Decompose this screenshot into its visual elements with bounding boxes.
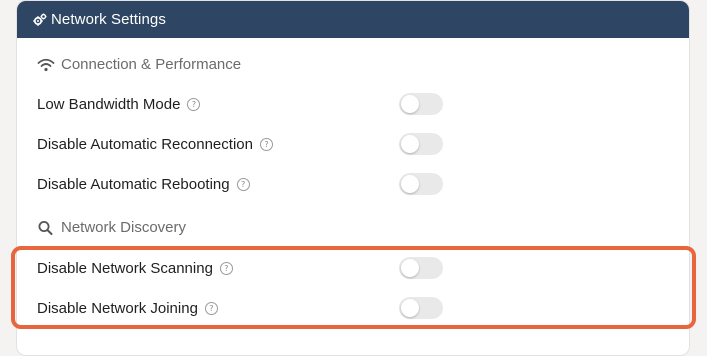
help-circle-icon[interactable]: ? bbox=[187, 97, 201, 111]
network-settings-panel: Network Settings Connection & Performanc… bbox=[16, 0, 690, 356]
setting-label: Disable Automatic Rebooting bbox=[37, 175, 230, 193]
setting-label: Disable Network Joining bbox=[37, 299, 198, 317]
help-circle-icon[interactable]: ? bbox=[259, 137, 273, 151]
network-joining-toggle[interactable] bbox=[399, 297, 443, 319]
help-circle-icon[interactable]: ? bbox=[219, 261, 233, 275]
section-title: Network Discovery bbox=[61, 219, 187, 236]
setting-row-auto-reconnection: Disable Automatic Reconnection ? bbox=[37, 131, 443, 157]
help-circle-icon[interactable]: ? bbox=[204, 301, 218, 315]
toggle-knob bbox=[401, 259, 419, 277]
setting-row-network-scanning: Disable Network Scanning ? bbox=[37, 255, 443, 281]
network-scanning-toggle[interactable] bbox=[399, 257, 443, 279]
setting-label: Disable Network Scanning bbox=[37, 259, 213, 277]
toggle-knob bbox=[401, 95, 419, 113]
toggle-knob bbox=[401, 175, 419, 193]
auto-rebooting-toggle[interactable] bbox=[399, 173, 443, 195]
section-title: Connection & Performance bbox=[61, 56, 242, 73]
wifi-icon bbox=[37, 57, 55, 73]
help-circle-icon[interactable]: ? bbox=[236, 177, 250, 191]
auto-reconnection-toggle[interactable] bbox=[399, 133, 443, 155]
gears-icon bbox=[33, 13, 47, 27]
setting-row-network-joining: Disable Network Joining ? bbox=[37, 295, 443, 321]
search-icon bbox=[37, 220, 55, 236]
section-heading-connection: Connection & Performance bbox=[37, 56, 241, 73]
toggle-knob bbox=[401, 135, 419, 153]
low-bandwidth-toggle[interactable] bbox=[399, 93, 443, 115]
setting-row-low-bandwidth: Low Bandwidth Mode ? bbox=[37, 91, 443, 117]
panel-title: Network Settings bbox=[51, 11, 166, 28]
setting-label: Low Bandwidth Mode bbox=[37, 95, 181, 113]
toggle-knob bbox=[401, 299, 419, 317]
setting-label: Disable Automatic Reconnection bbox=[37, 135, 253, 153]
panel-header: Network Settings bbox=[17, 1, 689, 38]
setting-row-auto-rebooting: Disable Automatic Rebooting ? bbox=[37, 171, 443, 197]
section-heading-discovery: Network Discovery bbox=[37, 219, 186, 236]
